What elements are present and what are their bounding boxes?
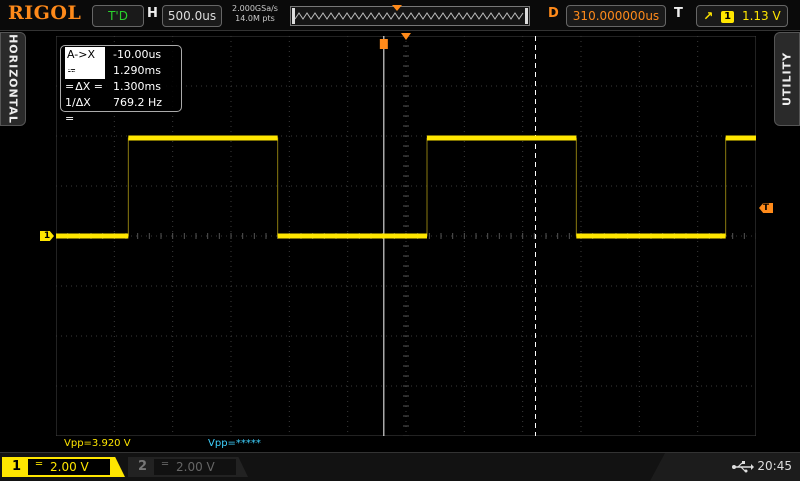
ch2-scale-box: ═ 2.00 V: [154, 459, 236, 475]
dc-coupling-icon: ═: [162, 459, 169, 470]
utility-tab-label: UTILITY: [780, 51, 794, 107]
delay-label: D: [548, 6, 559, 21]
sample-rate: 2.000GSa/s: [232, 4, 278, 13]
system-clock: 20:45: [757, 459, 792, 473]
trigger-settings[interactable]: ↗ 1 1.13 V: [696, 5, 788, 27]
brand-logo: RIGOL: [8, 2, 82, 24]
ch1-scale-box: ═ 2.00 V: [28, 459, 110, 475]
trigger-source-badge: 1: [721, 11, 735, 23]
trigger-position-arrow-icon: [401, 33, 411, 40]
trigger-level-value: 1.13 V: [741, 9, 781, 23]
cursor-b-value: 1.290ms: [113, 64, 161, 77]
ch2-scale: 2.00 V: [176, 460, 215, 474]
usb-icon: [732, 461, 754, 473]
cursor-delta-label: ΔX =: [75, 80, 103, 93]
ch1-scale: 2.00 V: [50, 460, 89, 474]
horizontal-tab-label: HORIZONTAL: [6, 34, 20, 124]
system-status-area: 20:45: [650, 453, 800, 481]
rising-edge-icon: ↗: [703, 9, 714, 23]
dc-coupling-icon: ═: [36, 459, 43, 470]
cursor-freq-value: 769.2 Hz: [113, 96, 163, 109]
trigger-label: T: [674, 6, 683, 21]
horizontal-label: H: [147, 6, 158, 21]
cursor-readout-row: A->X = -10.00us: [65, 47, 177, 79]
memory-depth: 14.0M pts: [235, 14, 275, 23]
ch2-vpp-measurement: Vpp=*****: [208, 438, 261, 449]
ch2-number: 2: [138, 459, 148, 474]
trigger-delay-value[interactable]: 310.000000us: [566, 5, 666, 27]
run-state-badge[interactable]: T'D: [92, 5, 144, 27]
utility-menu-tab[interactable]: UTILITY: [774, 32, 800, 126]
cursor-a-marker: [379, 39, 388, 49]
memory-waveform-thumbnail: [292, 8, 528, 24]
cursor-readout-panel: A->X = -10.00us B->X = 1.290ms ΔX = 1.30…: [60, 45, 182, 125]
channel-status-bar: 1 ═ 2.00 V 2 ═ 2.00 V 20:45: [0, 452, 800, 481]
ch2-status-button[interactable]: 2 ═ 2.00 V: [128, 457, 248, 477]
ch1-number: 1: [12, 459, 22, 474]
acquisition-info: 2.000GSa/s 14.0M pts: [226, 4, 284, 24]
cursor-a-value: -10.00us: [113, 48, 162, 61]
trigger-position-marker: [392, 5, 402, 11]
top-status-bar: RIGOL T'D H 500.0us 2.000GSa/s 14.0M pts…: [0, 0, 800, 31]
cursor-freq-label: 1/ΔX =: [65, 96, 91, 125]
timebase-value[interactable]: 500.0us: [162, 5, 222, 27]
ch1-status-button[interactable]: 1 ═ 2.00 V: [2, 457, 125, 477]
memory-overview: [290, 5, 530, 26]
cursor-readout-row: 1/ΔX = 769.2 Hz: [65, 95, 177, 125]
horizontal-menu-tab[interactable]: HORIZONTAL: [0, 32, 26, 126]
trigger-level-marker[interactable]: T: [759, 203, 773, 213]
ch1-ground-marker[interactable]: 1: [40, 231, 54, 241]
cursor-readout-row: B->X = 1.290ms: [65, 63, 177, 93]
cursor-readout-row: ΔX = 1.300ms: [65, 79, 177, 95]
ch1-vpp-measurement: Vpp=3.920 V: [64, 438, 131, 449]
cursor-delta-value: 1.300ms: [113, 80, 161, 93]
